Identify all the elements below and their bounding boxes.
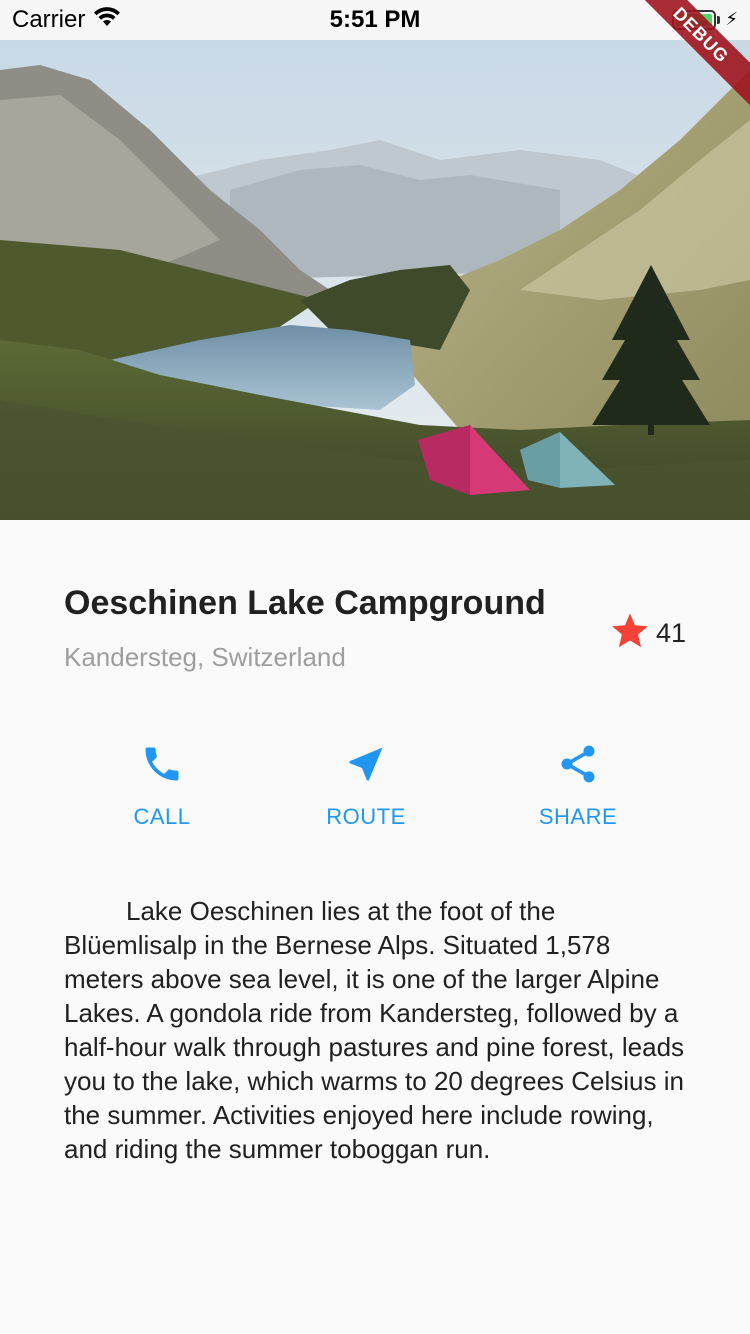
place-description: Lake Oeschinen lies at the foot of the B… xyxy=(64,896,685,1164)
title-section: Oeschinen Lake Campground Kandersteg, Sw… xyxy=(64,584,686,684)
hero-image xyxy=(0,40,750,520)
place-title: Oeschinen Lake Campground xyxy=(64,584,546,622)
route-button[interactable]: ROUTE xyxy=(296,740,436,830)
star-icon[interactable] xyxy=(610,612,650,655)
rating-count: 41 xyxy=(655,618,686,648)
phone-icon xyxy=(92,740,232,788)
favorite-rating[interactable]: 41 xyxy=(610,612,686,655)
share-icon xyxy=(508,740,648,788)
campground-lake-photo xyxy=(0,40,750,520)
call-button[interactable]: CALL xyxy=(92,740,232,830)
charging-icon: ⚡ xyxy=(725,9,738,29)
status-time: 5:51 PM xyxy=(329,6,421,33)
call-label: CALL xyxy=(133,804,191,829)
status-bar: Carrier 5:51 PM ⚡ xyxy=(0,0,750,40)
navigation-icon xyxy=(296,740,436,788)
action-row: CALL ROUTE SHARE xyxy=(0,740,750,840)
route-label: ROUTE xyxy=(326,804,406,829)
place-location: Kandersteg, Switzerland xyxy=(64,642,346,672)
share-label: SHARE xyxy=(538,804,618,829)
app-screen: Carrier 5:51 PM ⚡ DEBUG Oeschinen Lake C… xyxy=(0,0,750,1334)
share-button[interactable]: SHARE xyxy=(508,740,648,830)
